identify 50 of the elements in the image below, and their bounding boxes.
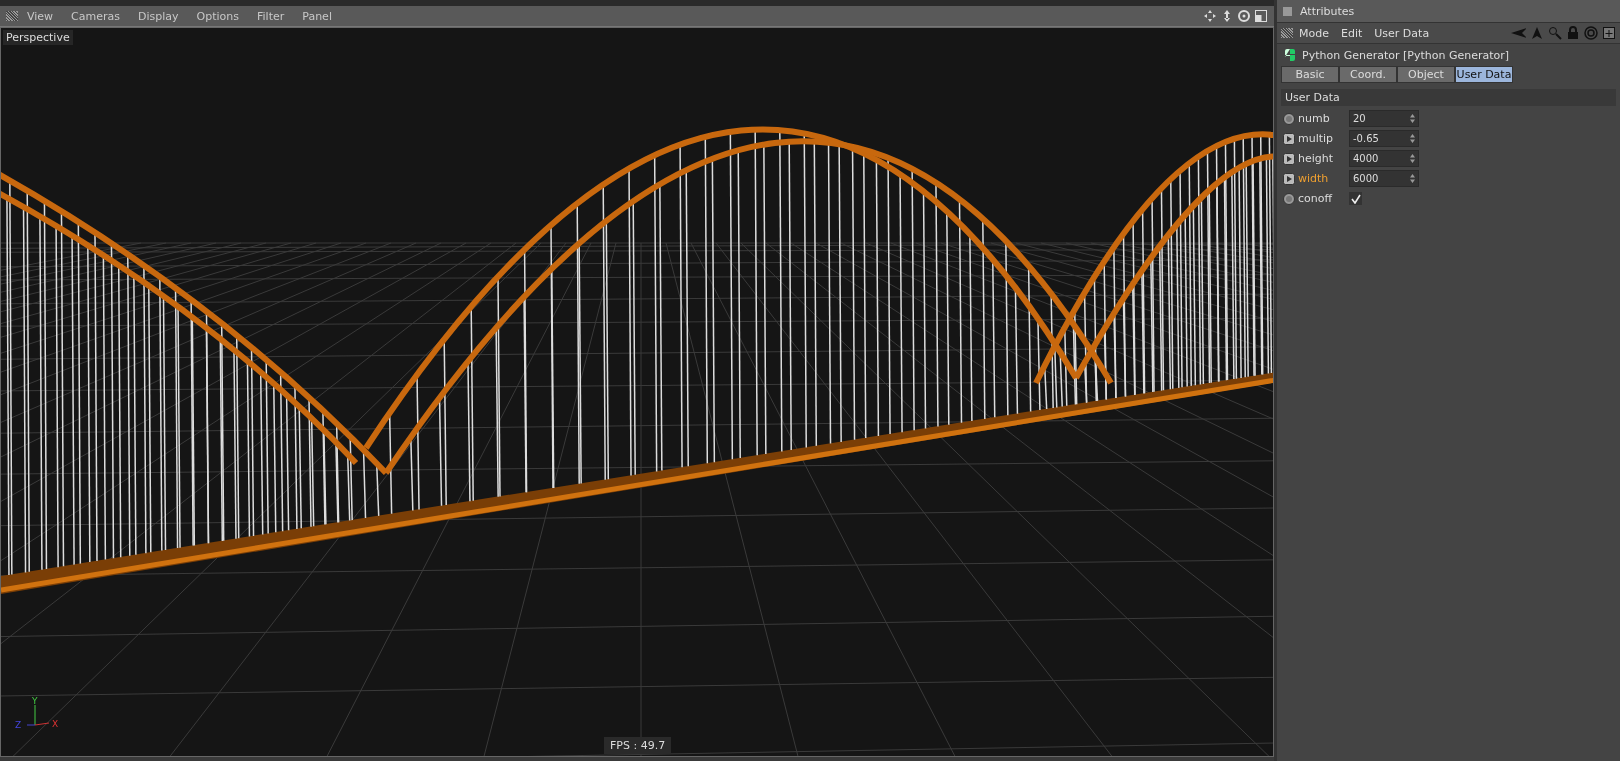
number-field[interactable]: -0.65 (1349, 130, 1419, 147)
checkbox[interactable] (1349, 192, 1362, 205)
spinner-arrows-icon[interactable] (1410, 134, 1415, 143)
keyframe-icon[interactable] (1283, 132, 1295, 145)
number-field[interactable]: 4000 (1349, 150, 1419, 167)
camera-label: Perspective (3, 30, 73, 45)
number-field[interactable]: 20 (1349, 110, 1419, 127)
parameter-label: numb (1298, 112, 1331, 125)
rotate-icon[interactable] (1237, 9, 1251, 23)
spinner-arrows-icon[interactable] (1410, 174, 1415, 183)
panel-title: Attributes (1300, 4, 1355, 18)
spinner-arrows-icon[interactable] (1410, 154, 1415, 163)
section-header: User Data (1281, 89, 1616, 106)
fps-counter: FPS : 49.7 (604, 737, 672, 754)
keyframe-icon[interactable] (1283, 152, 1295, 165)
panel-grip-icon[interactable] (1281, 28, 1293, 38)
maximize-icon[interactable] (1254, 9, 1268, 23)
menu-item[interactable]: View (18, 9, 63, 23)
radio-icon[interactable] (1283, 192, 1295, 205)
parameter-label: width (1298, 172, 1330, 185)
panel-icon (1283, 6, 1292, 16)
3d-viewport[interactable]: Perspective Y Z X FPS : 49.7 (0, 27, 1274, 757)
spinner-arrows-icon[interactable] (1410, 114, 1415, 123)
axis-label: Y (32, 696, 38, 706)
menu-item[interactable]: Mode (1293, 26, 1335, 40)
parameter-label: conoff (1298, 192, 1334, 205)
menu-item[interactable]: Display (129, 9, 188, 23)
object-name: Python Generator [Python Generator] (1302, 48, 1510, 62)
radio-icon[interactable] (1283, 112, 1295, 125)
axis-label: X (52, 719, 59, 729)
tab[interactable]: User Data (1455, 66, 1513, 83)
python-logo-icon (1283, 48, 1297, 62)
panel-grip-icon[interactable] (6, 11, 18, 21)
menu-item[interactable]: Panel (293, 9, 341, 23)
parameter-label: multip (1298, 132, 1335, 145)
menu-item[interactable]: Cameras (62, 9, 129, 23)
tab[interactable]: Coord. (1339, 66, 1397, 83)
parameter-label: height (1298, 152, 1335, 165)
number-field[interactable]: 6000 (1349, 170, 1419, 187)
menu-item[interactable]: User Data (1368, 26, 1436, 40)
menu-item[interactable]: Options (187, 9, 248, 23)
axis-gizmo-drawing (26, 704, 50, 726)
menu-item[interactable]: Filter (248, 9, 294, 23)
menu-item[interactable]: Edit (1335, 26, 1369, 40)
tab[interactable]: Basic (1281, 66, 1339, 83)
tab[interactable]: Object (1397, 66, 1455, 83)
new-panel-icon[interactable] (1602, 26, 1616, 40)
move-icon[interactable] (1203, 9, 1217, 23)
axis-label: Z (15, 720, 22, 730)
keyframe-icon[interactable] (1283, 172, 1295, 185)
